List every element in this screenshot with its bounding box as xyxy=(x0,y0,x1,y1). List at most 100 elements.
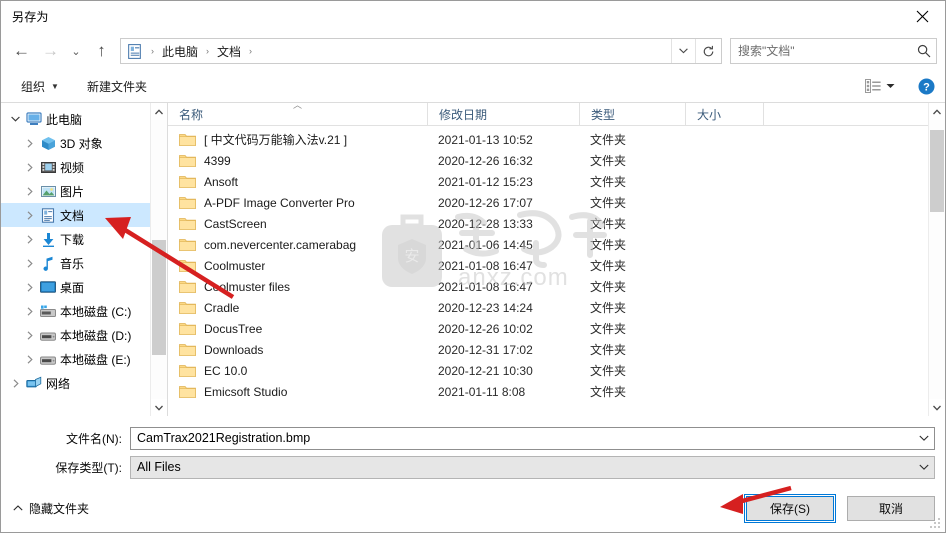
chevron-right-icon[interactable] xyxy=(21,354,38,364)
file-date-cell: 2020-12-28 13:33 xyxy=(438,216,533,231)
forward-button[interactable]: → xyxy=(36,36,65,66)
sidebar-scroll-track[interactable] xyxy=(151,120,167,399)
chevron-right-icon[interactable] xyxy=(7,378,24,388)
file-name-label: Coolmuster xyxy=(204,258,266,273)
table-row[interactable]: EC 10.0 2020-12-21 10:30 文件夹 xyxy=(168,360,945,381)
breadcrumb-separator[interactable]: › xyxy=(244,46,257,56)
chevron-right-icon[interactable] xyxy=(21,210,38,220)
breadcrumb-separator[interactable]: › xyxy=(201,46,214,56)
filetype-combobox[interactable]: All Files xyxy=(130,455,935,479)
table-row[interactable]: com.nevercenter.camerabag 2021-01-06 14:4… xyxy=(168,234,945,255)
navigation-sidebar: 此电脑 3D 对象视频 图片 文档 下载 音乐 桌面 本地磁盘 (C:) 本地磁盘 (D:) 本地… xyxy=(1,103,168,416)
file-name-label: Downloads xyxy=(204,342,264,357)
file-name-cell: A-PDF Image Converter Pro xyxy=(168,196,427,210)
organize-button[interactable]: 组织 ▼ xyxy=(14,74,66,99)
file-list-scroll-down-button[interactable] xyxy=(929,399,945,416)
address-bar[interactable]: › 此电脑 › 文档 › xyxy=(120,38,722,64)
sidebar-scrollbar[interactable] xyxy=(150,103,167,416)
breadcrumb-item-1[interactable]: 文档 xyxy=(214,41,244,62)
dialog-body: 此电脑 3D 对象视频 图片 文档 下载 音乐 桌面 本地磁盘 (C:) 本地磁盘 (D:) 本地… xyxy=(1,100,945,416)
new-folder-label: 新建文件夹 xyxy=(86,79,147,94)
table-row[interactable]: CastScreen 2020-12-28 13:33 文件夹 xyxy=(168,213,945,234)
new-folder-button[interactable]: 新建文件夹 xyxy=(80,74,154,99)
column-header-size[interactable]: 大小 xyxy=(685,103,763,125)
change-view-button[interactable] xyxy=(860,75,900,97)
chevron-right-icon[interactable] xyxy=(21,258,38,268)
help-button[interactable]: ? xyxy=(918,78,935,95)
file-list-scrollbar[interactable] xyxy=(928,103,945,416)
chevron-right-icon[interactable] xyxy=(21,282,38,292)
sidebar-item-1[interactable]: 3D 对象 xyxy=(1,131,167,155)
up-button[interactable]: ↑ xyxy=(87,36,116,66)
filetype-value: All Files xyxy=(137,460,181,474)
breadcrumb-item-0[interactable]: 此电脑 xyxy=(159,41,201,62)
file-type-cell: 文件夹 xyxy=(590,238,627,252)
file-type-cell: 文件夹 xyxy=(590,217,627,231)
sidebar-scroll-up-button[interactable] xyxy=(151,103,167,120)
sidebar-item-7[interactable]: 桌面 xyxy=(1,275,167,299)
column-header-date[interactable]: 修改日期 xyxy=(427,103,579,125)
filename-combobox[interactable] xyxy=(130,426,935,450)
sidebar-item-10[interactable]: 本地磁盘 (E:) xyxy=(1,347,167,371)
close-button[interactable] xyxy=(900,1,945,32)
sidebar-item-3[interactable]: 图片 xyxy=(1,179,167,203)
refresh-button[interactable] xyxy=(695,39,721,63)
file-list-scroll-track[interactable] xyxy=(929,120,945,399)
filetype-dropdown-button[interactable] xyxy=(914,464,934,470)
table-row[interactable]: Ansoft 2021-01-12 15:23 文件夹 xyxy=(168,171,945,192)
recent-locations-button[interactable]: ⌄ xyxy=(65,36,87,66)
file-type-cell: 文件夹 xyxy=(590,196,627,210)
sidebar-item-11[interactable]: 网络 xyxy=(1,371,167,395)
table-row[interactable]: Coolmuster files 2021-01-08 16:47 文件夹 xyxy=(168,276,945,297)
3d-objects-icon xyxy=(38,136,58,151)
chevron-right-icon[interactable] xyxy=(21,186,38,196)
search-icon[interactable] xyxy=(912,44,936,58)
table-row[interactable]: Emicsoft Studio 2021-01-11 8:08 文件夹 xyxy=(168,381,945,402)
cancel-button[interactable]: 取消 xyxy=(847,495,935,521)
folder-icon xyxy=(179,196,196,210)
address-dropdown-button[interactable] xyxy=(671,39,695,63)
table-row[interactable]: DocusTree 2020-12-26 10:02 文件夹 xyxy=(168,318,945,339)
file-name-cell: Emicsoft Studio xyxy=(168,385,427,399)
sidebar-item-5[interactable]: 下载 xyxy=(1,227,167,251)
table-row[interactable]: [ 中文代码万能输入法v.21 ] 2021-01-13 10:52 文件夹 xyxy=(168,129,945,150)
chevron-down-icon[interactable] xyxy=(7,116,24,122)
chevron-right-icon[interactable] xyxy=(21,306,38,316)
resize-grip-icon[interactable] xyxy=(930,518,942,530)
sort-ascending-icon: ︿ xyxy=(292,100,302,110)
sidebar-item-8[interactable]: 本地磁盘 (C:) xyxy=(1,299,167,323)
sidebar-item-4[interactable]: 文档 xyxy=(1,203,167,227)
hide-folders-toggle[interactable]: 隐藏文件夹 xyxy=(9,497,93,520)
search-input[interactable] xyxy=(731,44,912,58)
sidebar-scroll-thumb[interactable] xyxy=(152,240,166,355)
chevron-right-icon[interactable] xyxy=(21,138,38,148)
file-list-scroll-up-button[interactable] xyxy=(929,103,945,120)
chevron-right-icon[interactable] xyxy=(21,330,38,340)
filename-dropdown-button[interactable] xyxy=(914,435,934,441)
search-box[interactable] xyxy=(730,38,937,64)
help-icon: ? xyxy=(918,78,935,94)
command-bar-right: ? xyxy=(860,70,935,102)
sidebar-item-9[interactable]: 本地磁盘 (D:) xyxy=(1,323,167,347)
back-button[interactable]: ← xyxy=(7,36,36,66)
file-name-cell: [ 中文代码万能输入法v.21 ] xyxy=(168,131,427,148)
sidebar-item-label: 3D 对象 xyxy=(60,136,103,151)
table-row[interactable]: Downloads 2020-12-31 17:02 文件夹 xyxy=(168,339,945,360)
chevron-right-icon[interactable] xyxy=(21,162,38,172)
sidebar-item-label: 本地磁盘 (E:) xyxy=(60,352,131,367)
table-row[interactable]: Coolmuster 2021-01-08 16:47 文件夹 xyxy=(168,255,945,276)
save-button[interactable]: 保存(S) xyxy=(744,493,836,523)
sidebar-item-0[interactable]: 此电脑 xyxy=(1,107,167,131)
filetype-label: 保存类型(T): xyxy=(55,460,122,475)
sidebar-scroll-down-button[interactable] xyxy=(151,399,167,416)
column-header-type[interactable]: 类型 xyxy=(579,103,685,125)
column-header-name[interactable]: ︿ 名称 xyxy=(168,100,427,125)
table-row[interactable]: Cradle 2020-12-23 14:24 文件夹 xyxy=(168,297,945,318)
filename-input[interactable] xyxy=(131,431,914,445)
sidebar-item-2[interactable]: 视频 xyxy=(1,155,167,179)
sidebar-item-6[interactable]: 音乐 xyxy=(1,251,167,275)
chevron-right-icon[interactable] xyxy=(21,234,38,244)
file-list-scroll-thumb[interactable] xyxy=(930,130,944,212)
table-row[interactable]: 4399 2020-12-26 16:32 文件夹 xyxy=(168,150,945,171)
table-row[interactable]: A-PDF Image Converter Pro 2020-12-26 17:0… xyxy=(168,192,945,213)
